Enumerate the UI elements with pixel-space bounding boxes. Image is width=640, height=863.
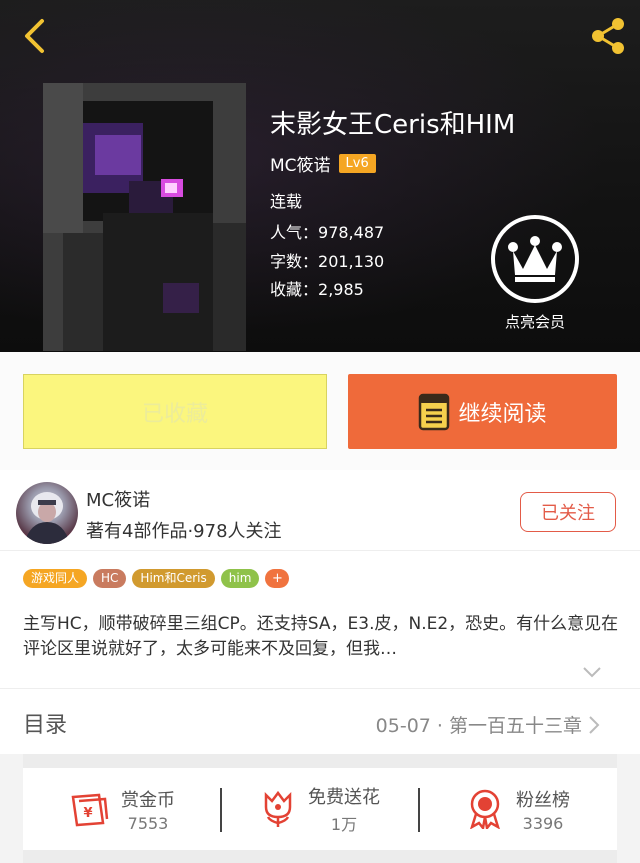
- word-count-value: 201,130: [318, 252, 385, 271]
- book-header: 末影女王Ceris和HIM MC筱诺 Lv6 连载 人气：978,487 字数：…: [0, 0, 640, 352]
- reward-coin-button[interactable]: ¥ 赏金币 7553: [23, 768, 221, 850]
- toc-title: 目录: [23, 713, 68, 738]
- vip-button[interactable]: 点亮会员: [490, 215, 580, 332]
- svg-text:¥: ¥: [83, 806, 92, 821]
- continue-reading-button[interactable]: 继续阅读: [348, 374, 617, 449]
- crown-icon: [491, 215, 579, 303]
- send-flower-label: 免费送花: [308, 787, 380, 808]
- book-description[interactable]: 主写HC，顺带破碎里三组CP。还支持SA，E3.皮，N.E2，恐史。有什么意见在…: [23, 612, 623, 662]
- tag[interactable]: him: [220, 569, 260, 588]
- reward-coin-value: 7553: [127, 813, 169, 833]
- book-cover[interactable]: [43, 83, 246, 351]
- add-tag-button[interactable]: +: [265, 569, 290, 588]
- popularity-value: 978,487: [318, 223, 385, 242]
- favorites-value: 2,985: [318, 280, 364, 299]
- follow-button[interactable]: 已关注: [520, 492, 616, 532]
- author-card-name[interactable]: MC筱诺: [86, 486, 150, 512]
- send-flower-value: 1万: [330, 815, 358, 834]
- tag[interactable]: HC: [93, 569, 127, 588]
- favorites-label: 收藏：: [270, 280, 319, 299]
- section-gap: [0, 850, 640, 863]
- chevron-left-icon: [25, 19, 44, 53]
- share-icon: [592, 18, 624, 54]
- word-count-label: 字数：: [270, 252, 319, 271]
- author-avatar[interactable]: [16, 482, 78, 544]
- chevron-right-icon: [589, 716, 600, 734]
- level-badge: Lv6: [338, 154, 376, 173]
- continue-reading-label: 继续阅读: [458, 401, 547, 427]
- favorites: 收藏：2,985: [270, 276, 364, 300]
- flower-icon: [264, 790, 292, 827]
- fan-ranking-value: 3396: [522, 813, 564, 833]
- collected-button[interactable]: 已收藏: [23, 374, 327, 449]
- fan-ranking-label: 粉丝榜: [516, 789, 570, 811]
- action-bar: 已收藏 继续阅读: [0, 352, 640, 470]
- author-card-info: 著有4部作品·978人关注: [86, 521, 282, 542]
- vip-label: 点亮会员: [504, 313, 565, 331]
- serial-status: 连载: [270, 192, 303, 211]
- tag-list: 游戏同人 HC Him和Ceris him +: [23, 569, 290, 588]
- back-button[interactable]: [14, 16, 54, 56]
- table-of-contents-row[interactable]: 目录 05-07 · 第一百五十三章: [0, 688, 640, 754]
- latest-chapter: 05-07 · 第一百五十三章: [375, 715, 582, 737]
- reward-coin-icon: ¥: [71, 793, 109, 827]
- popularity: 人气：978,487: [270, 219, 384, 243]
- share-button[interactable]: [586, 14, 630, 58]
- tag[interactable]: Him和Ceris: [132, 569, 215, 588]
- book-title: 末影女王Ceris和HIM: [270, 110, 516, 140]
- fan-ranking-button[interactable]: 粉丝榜 3396: [419, 768, 617, 850]
- section-gap: [0, 754, 640, 768]
- word-count: 字数：201,130: [270, 248, 384, 272]
- author-row: MC筱诺 Lv6: [270, 151, 376, 176]
- tag[interactable]: 游戏同人: [23, 569, 88, 588]
- author-name[interactable]: MC筱诺: [270, 151, 331, 176]
- tags-section: 游戏同人 HC Him和Ceris him +: [0, 550, 640, 600]
- popularity-label: 人气：: [270, 223, 319, 242]
- book-icon: [419, 393, 450, 430]
- medal-icon: [470, 789, 500, 829]
- send-flower-button[interactable]: 免费送花 1万: [221, 768, 419, 850]
- chevron-down-icon[interactable]: [582, 666, 602, 680]
- stats-bar: ¥ 赏金币 7553 免费送花 1万 粉丝榜 3396: [23, 768, 617, 850]
- reward-coin-label: 赏金币: [121, 789, 175, 811]
- author-card: MC筱诺 著有4部作品·978人关注 已关注: [0, 470, 640, 550]
- description-section: 主写HC，顺带破碎里三组CP。还支持SA，E3.皮，N.E2，恐史。有什么意见在…: [0, 600, 640, 688]
